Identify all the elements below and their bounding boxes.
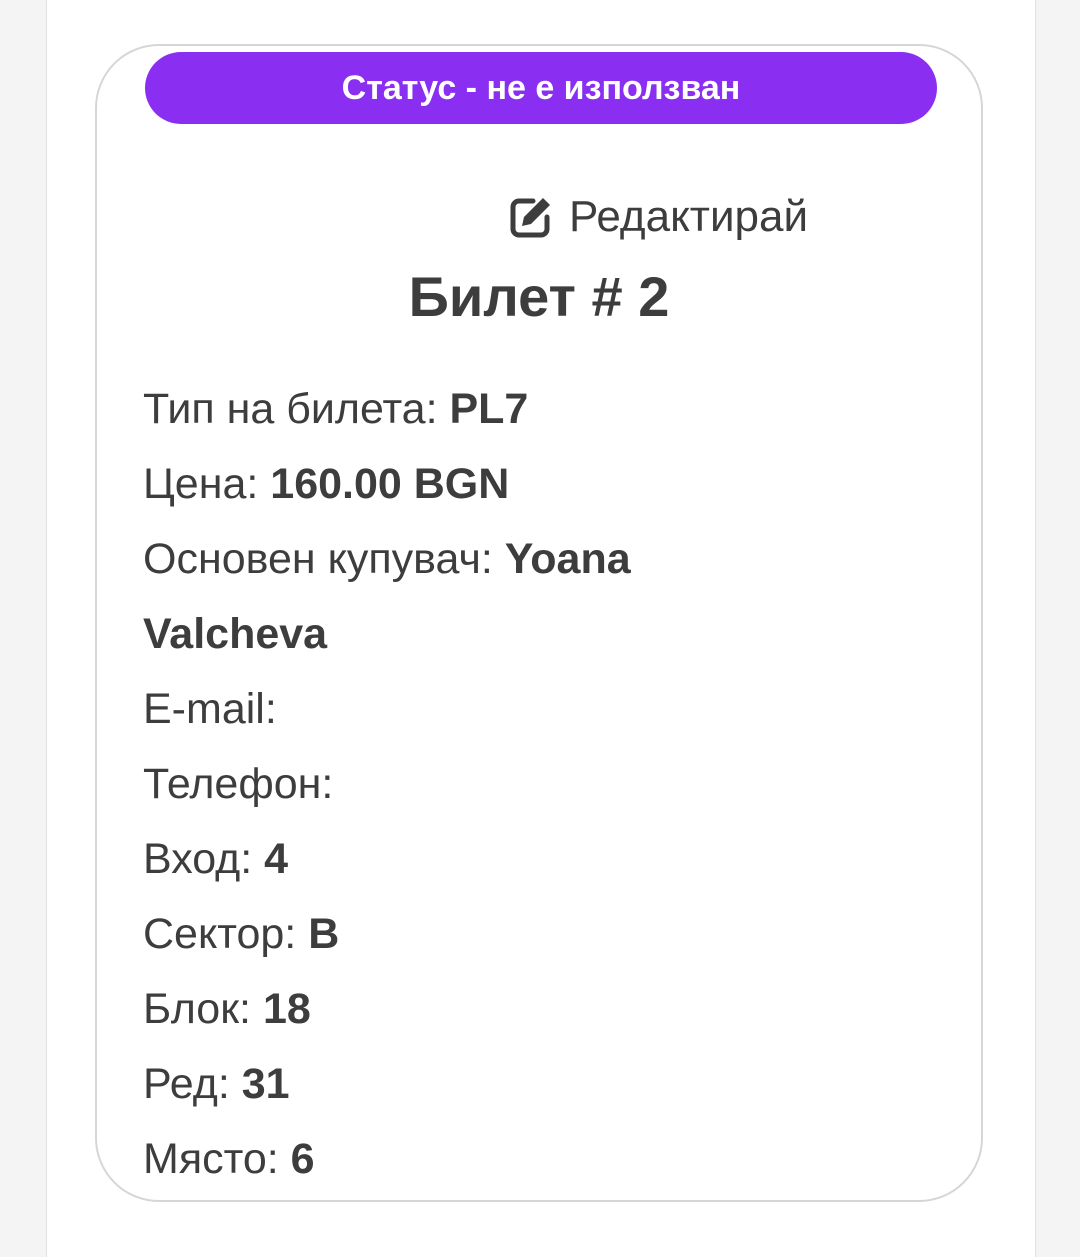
page: Статус - не е използван Редактирай Билет… (46, 0, 1036, 1257)
email-row: E-mail: (143, 672, 743, 747)
ticket-details: Тип на билета: PL7 Цена: 160.00 BGN Осно… (143, 372, 743, 1197)
seat-row-number: Ред: 31 (143, 1047, 743, 1122)
ticket-type-label: Тип на билета: (143, 385, 450, 433)
edit-button[interactable]: Редактирай (507, 192, 808, 242)
buyer-row: Основен купувач: Yoana Valcheva (143, 522, 743, 672)
seat-value: 6 (290, 1135, 315, 1183)
price-label: Цена: (143, 460, 271, 508)
sector-label: Сектор: (143, 910, 309, 958)
row-label: Ред: (143, 1060, 242, 1108)
edit-label: Редактирай (569, 192, 809, 241)
buyer-label: Основен купувач: (143, 535, 505, 583)
email-label: E-mail: (143, 685, 277, 733)
row-value: 31 (241, 1060, 290, 1108)
edit-icon (507, 193, 555, 241)
ticket-title: Билет # 2 (408, 265, 670, 328)
sector-row: Сектор: B (143, 897, 743, 972)
sector-value: B (308, 910, 340, 958)
seat-label: Място: (143, 1135, 291, 1183)
seat-row: Място: 6 (143, 1122, 743, 1197)
price-row: Цена: 160.00 BGN (143, 447, 743, 522)
ticket-type-row: Тип на билета: PL7 (143, 372, 743, 447)
ticket-card: Статус - не е използван Редактирай Билет… (95, 44, 983, 1202)
entrance-label: Вход: (143, 835, 265, 883)
entrance-row: Вход: 4 (143, 822, 743, 897)
ticket-type-value: PL7 (449, 385, 529, 433)
status-label: Статус - не е използван (341, 68, 741, 107)
status-badge: Статус - не е използван (145, 52, 937, 124)
block-label: Блок: (143, 985, 263, 1033)
entrance-value: 4 (264, 835, 289, 883)
block-row: Блок: 18 (143, 972, 743, 1047)
phone-label: Телефон: (143, 760, 334, 808)
phone-row: Телефон: (143, 747, 743, 822)
price-value: 160.00 BGN (270, 460, 510, 508)
block-value: 18 (262, 985, 311, 1033)
